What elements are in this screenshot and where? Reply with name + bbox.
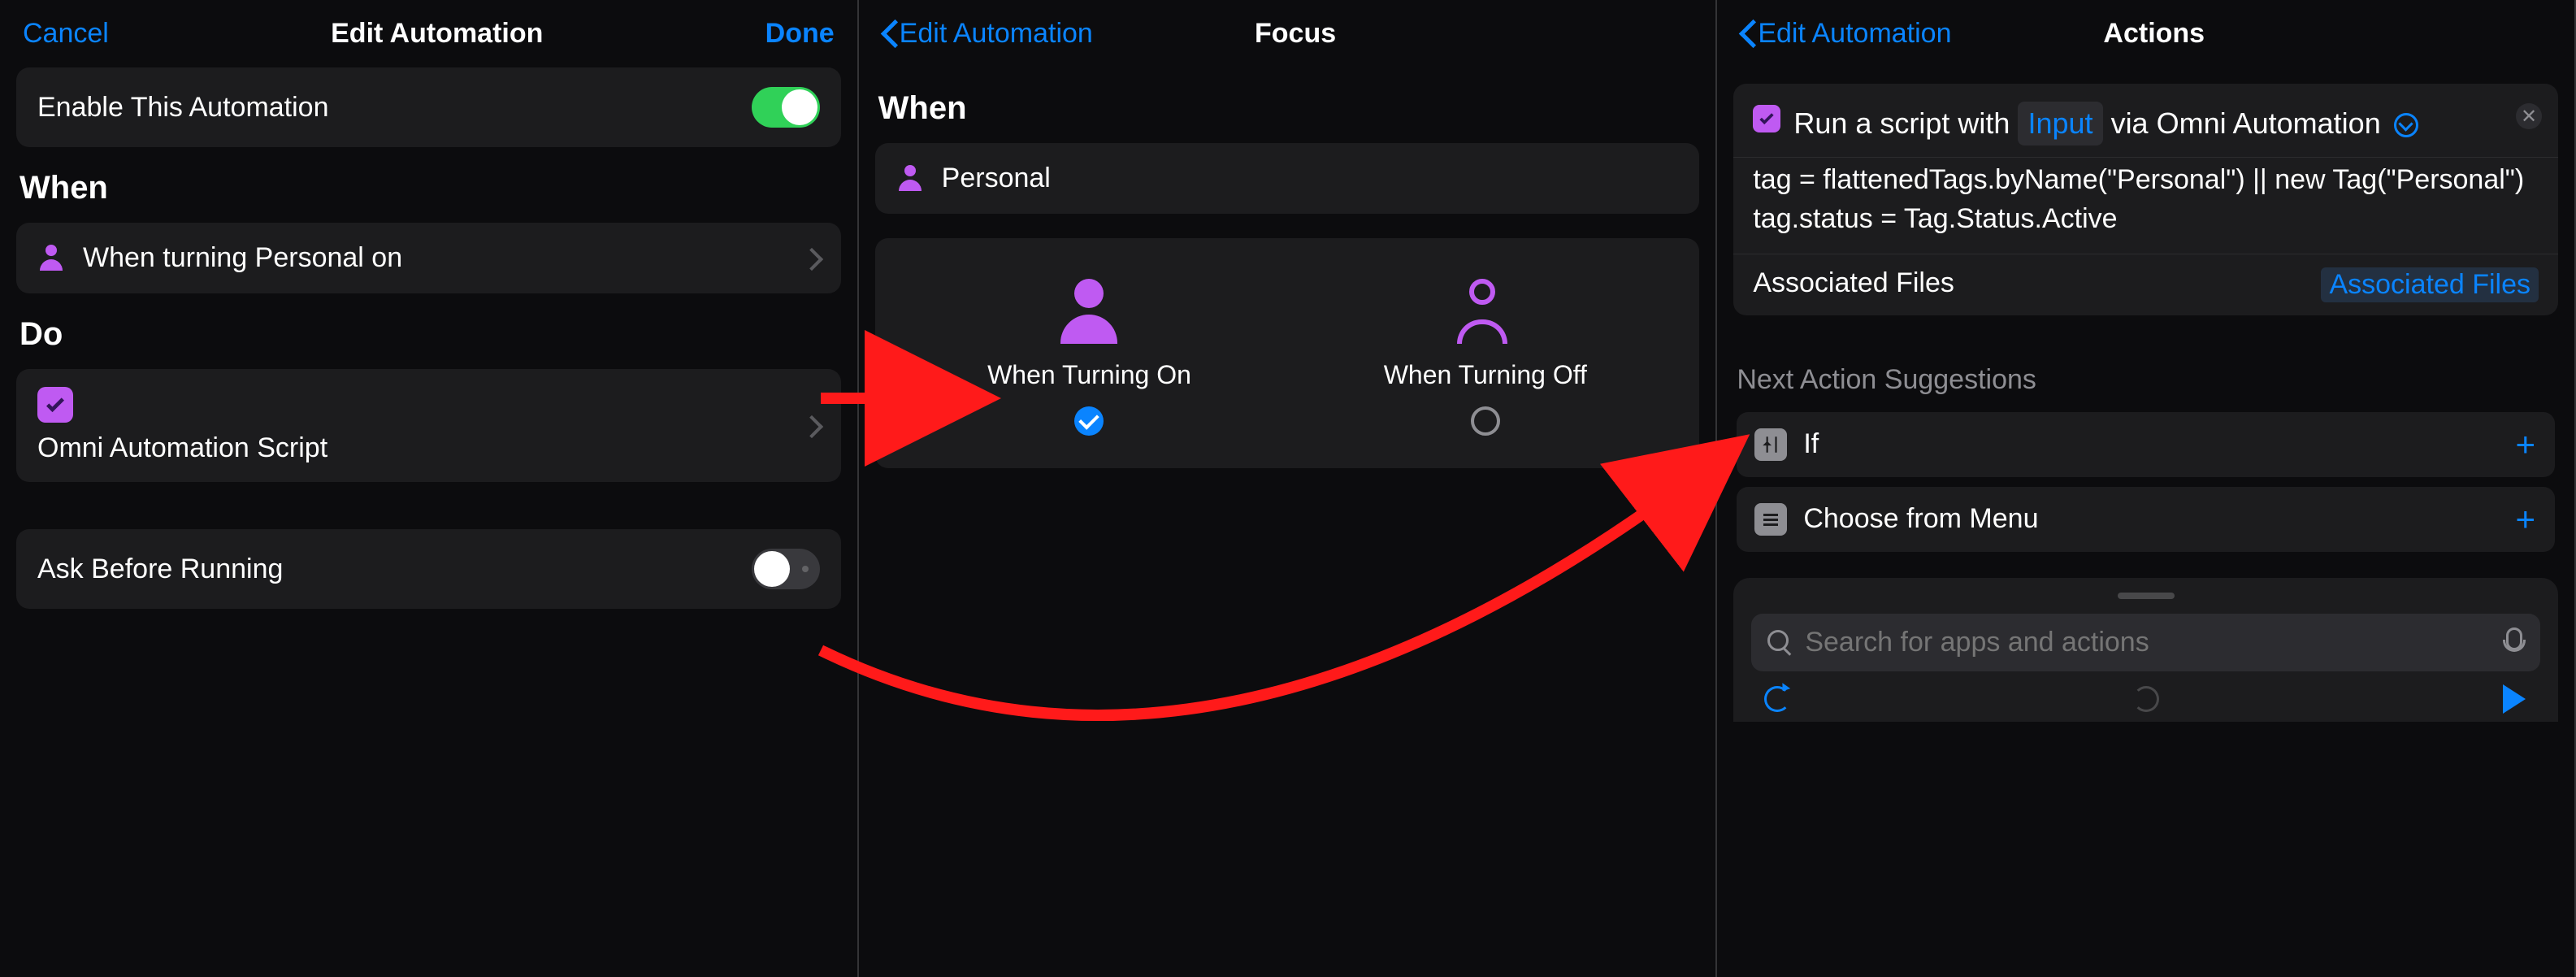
run-button[interactable] [2500, 684, 2529, 714]
cancel-button[interactable]: Cancel [23, 18, 109, 50]
action-text: via Omni Automation [2111, 106, 2381, 140]
navbar: Cancel Edit Automation Done [0, 0, 857, 67]
mic-icon[interactable] [2503, 627, 2524, 657]
when-turning-on-option[interactable]: When Turning On [987, 279, 1191, 436]
suggestions-title: Next Action Suggestions [1737, 364, 2555, 396]
person-icon [37, 245, 65, 272]
person-icon [896, 165, 924, 193]
search-icon [1767, 630, 1792, 654]
when-section-title: When [878, 90, 1697, 127]
search-input[interactable] [1805, 627, 2490, 658]
person-filled-icon [1056, 279, 1121, 344]
do-section-title: Do [20, 316, 838, 353]
chevron-left-icon [1740, 22, 1754, 46]
ask-before-running-toggle[interactable] [752, 549, 820, 589]
branch-icon [1754, 428, 1787, 461]
add-suggestion-button[interactable]: + [2515, 425, 2535, 464]
navbar: Edit Automation Actions [1717, 0, 2574, 67]
action-text: Run a script with [1793, 106, 2010, 140]
navbar: Edit Automation Focus [859, 0, 1716, 67]
ask-before-running-label: Ask Before Running [37, 554, 283, 585]
associated-files-label: Associated Files [1753, 267, 1954, 302]
when-row[interactable]: When turning Personal on [16, 223, 841, 293]
focus-row[interactable]: Personal [875, 143, 1700, 214]
sheet-grabber[interactable] [2118, 593, 2175, 599]
nav-title: Edit Automation [331, 18, 543, 50]
enable-automation-toggle[interactable] [752, 87, 820, 128]
ask-before-running-row[interactable]: Ask Before Running [16, 529, 841, 609]
menu-icon [1754, 503, 1787, 536]
associated-files-link[interactable]: Associated Files [2321, 267, 2539, 302]
suggestion-if[interactable]: If + [1737, 412, 2555, 477]
focus-name-label: Personal [942, 163, 1051, 194]
panel-focus: Edit Automation Focus When Personal When… [859, 0, 1718, 977]
action-card: ✕ Run a script with Input via Omni Autom… [1733, 84, 2558, 315]
person-outline-icon [1453, 279, 1518, 344]
suggestion-choose-menu[interactable]: Choose from Menu + [1737, 487, 2555, 552]
input-token[interactable]: Input [2018, 102, 2102, 145]
back-button[interactable]: Edit Automation [882, 18, 1093, 50]
do-row-label: Omni Automation Script [37, 432, 327, 464]
bottom-toolbar [1733, 671, 2558, 722]
nav-title: Focus [1255, 18, 1336, 50]
option-label: When Turning Off [1384, 360, 1587, 390]
radio-unchecked-icon [1471, 406, 1500, 436]
suggestion-label: If [1803, 428, 1819, 460]
done-button[interactable]: Done [765, 18, 835, 50]
add-suggestion-button[interactable]: + [2515, 500, 2535, 539]
expand-action-button[interactable] [2394, 113, 2418, 137]
remove-action-button[interactable]: ✕ [2516, 103, 2542, 129]
search-input-row[interactable] [1751, 614, 2540, 671]
action-header[interactable]: Run a script with Input via Omni Automat… [1733, 84, 2558, 157]
script-field[interactable]: tag = flattenedTags.byName("Personal") |… [1733, 157, 2558, 253]
do-row[interactable]: Omni Automation Script [16, 369, 841, 482]
when-section-title: When [20, 170, 838, 206]
radio-checked-icon [1074, 406, 1104, 436]
chevron-right-icon [807, 248, 820, 269]
enable-automation-row[interactable]: Enable This Automation [16, 67, 841, 147]
when-turning-off-option[interactable]: When Turning Off [1384, 279, 1587, 436]
suggestion-label: Choose from Menu [1803, 503, 2038, 535]
focus-options: When Turning On When Turning Off [875, 238, 1700, 468]
associated-files-row[interactable]: Associated Files Associated Files [1733, 254, 2558, 315]
enable-automation-label: Enable This Automation [37, 92, 329, 124]
redo-button [2131, 684, 2161, 714]
undo-button[interactable] [1763, 684, 1792, 714]
option-label: When Turning On [987, 360, 1191, 390]
when-row-label: When turning Personal on [83, 242, 402, 274]
chevron-left-icon [882, 22, 896, 46]
omni-app-icon [37, 387, 73, 423]
panel-actions: Edit Automation Actions ✕ Run a script w… [1717, 0, 2576, 977]
panel-edit-automation: Cancel Edit Automation Done Enable This … [0, 0, 859, 977]
nav-title: Actions [2103, 18, 2205, 50]
back-button[interactable]: Edit Automation [1740, 18, 1951, 50]
omni-app-icon [1753, 105, 1780, 132]
chevron-right-icon [807, 415, 820, 436]
search-sheet [1733, 578, 2558, 722]
